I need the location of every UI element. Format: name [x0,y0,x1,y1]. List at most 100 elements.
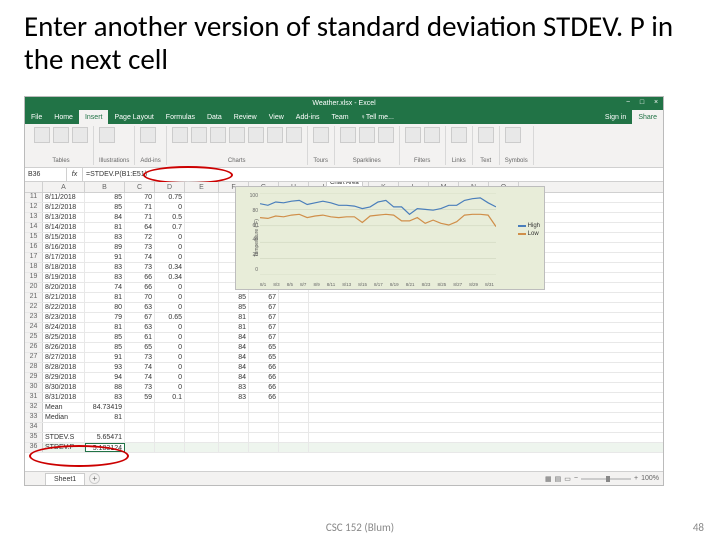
ribbon-icon[interactable] [424,127,440,143]
cell[interactable]: STDEV.P [43,443,85,452]
ribbon-icon[interactable] [172,127,188,143]
view-normal-icon[interactable]: ▦ [545,475,552,483]
row-header[interactable]: 14 [25,223,43,232]
cell[interactable]: 74 [85,283,125,292]
cell[interactable] [185,383,219,392]
cell[interactable]: 83 [219,383,249,392]
ribbon-icon[interactable] [53,127,69,143]
name-box[interactable]: B36 [25,168,67,181]
row-header[interactable]: 12 [25,203,43,212]
ribbon-icon[interactable] [505,127,521,143]
cell[interactable] [279,303,309,312]
cell[interactable] [43,423,85,432]
ribbon-icon[interactable] [210,127,226,143]
row-header[interactable]: 36 [25,443,43,452]
cell[interactable]: 74 [125,363,155,372]
cell[interactable] [279,343,309,352]
cell[interactable]: 81 [85,223,125,232]
tab-team[interactable]: Team [326,110,355,124]
cell[interactable] [219,403,249,412]
cell[interactable]: 85 [85,203,125,212]
cell[interactable]: 8/16/2018 [43,243,85,252]
cell[interactable] [185,253,219,262]
cell[interactable] [125,433,155,442]
cell[interactable]: 66 [249,383,279,392]
cell[interactable]: 8/30/2018 [43,383,85,392]
fx-icon[interactable]: fx [67,168,83,181]
ribbon-icon[interactable] [229,127,245,143]
cell[interactable]: 0 [155,363,185,372]
row-header[interactable]: 13 [25,213,43,222]
cell[interactable] [279,423,309,432]
cell[interactable]: 74 [125,373,155,382]
row-header[interactable]: 31 [25,393,43,402]
ribbon-icon[interactable] [267,127,283,143]
row-header[interactable]: 33 [25,413,43,422]
cell[interactable]: 81 [85,323,125,332]
cell[interactable] [185,213,219,222]
cell[interactable]: 70 [125,193,155,202]
cell[interactable]: Mean [43,403,85,412]
cell[interactable]: 81 [85,413,125,422]
cell[interactable]: 8/11/2018 [43,193,85,202]
table-row[interactable]: 35STDEV.S5.65471 [25,433,663,443]
row-header[interactable]: 34 [25,423,43,432]
cell[interactable]: Median [43,413,85,422]
ribbon-icon[interactable] [248,127,264,143]
cell[interactable] [249,443,279,452]
cell[interactable]: 8/22/2018 [43,303,85,312]
cell[interactable] [185,243,219,252]
row-header[interactable]: 28 [25,363,43,372]
cell[interactable]: 67 [249,333,279,342]
table-row[interactable]: 308/30/2018887308366 [25,383,663,393]
cell[interactable]: 84 [219,363,249,372]
cell[interactable] [185,433,219,442]
table-row[interactable]: 288/28/2018937408466 [25,363,663,373]
ribbon-icon[interactable] [313,127,329,143]
cell[interactable]: 66 [249,393,279,402]
cell[interactable] [185,413,219,422]
cell[interactable] [125,413,155,422]
cell[interactable] [185,373,219,382]
zoom-slider[interactable] [581,478,631,480]
cell[interactable]: 65 [249,343,279,352]
cell[interactable]: 0.1 [155,393,185,402]
cell[interactable] [155,423,185,432]
cell[interactable]: 8/24/2018 [43,323,85,332]
cell[interactable]: 80 [85,303,125,312]
cell[interactable]: 8/15/2018 [43,233,85,242]
column-header[interactable] [25,182,43,192]
cell[interactable]: 67 [249,293,279,302]
cell[interactable]: 89 [85,243,125,252]
cell[interactable]: 8/27/2018 [43,353,85,362]
sign-in[interactable]: Sign in [599,110,632,124]
cell[interactable]: 8/25/2018 [43,333,85,342]
cell[interactable]: 0.5 [155,213,185,222]
cell[interactable]: 8/18/2018 [43,263,85,272]
cell[interactable] [185,423,219,432]
cell[interactable] [279,323,309,332]
cell[interactable]: 8/21/2018 [43,293,85,302]
cell[interactable] [279,363,309,372]
cell[interactable]: 84 [219,373,249,382]
table-row[interactable]: 248/24/2018816308167 [25,323,663,333]
table-row[interactable]: 268/26/2018856508465 [25,343,663,353]
cell[interactable] [185,323,219,332]
cell[interactable]: 70 [125,293,155,302]
row-header[interactable]: 17 [25,253,43,262]
ribbon-icon[interactable] [34,127,50,143]
cell[interactable]: 0 [155,353,185,362]
cell[interactable]: 83 [85,233,125,242]
cell[interactable] [219,413,249,422]
cell[interactable]: 91 [85,353,125,362]
cell[interactable] [185,393,219,402]
ribbon-icon[interactable] [378,127,394,143]
cell[interactable] [219,443,249,452]
cell[interactable]: 8/28/2018 [43,363,85,372]
cell[interactable]: 93 [85,363,125,372]
cell[interactable] [249,433,279,442]
cell[interactable]: 63 [125,303,155,312]
cell[interactable]: 0 [155,253,185,262]
cell[interactable] [185,223,219,232]
cell[interactable]: 66 [125,283,155,292]
